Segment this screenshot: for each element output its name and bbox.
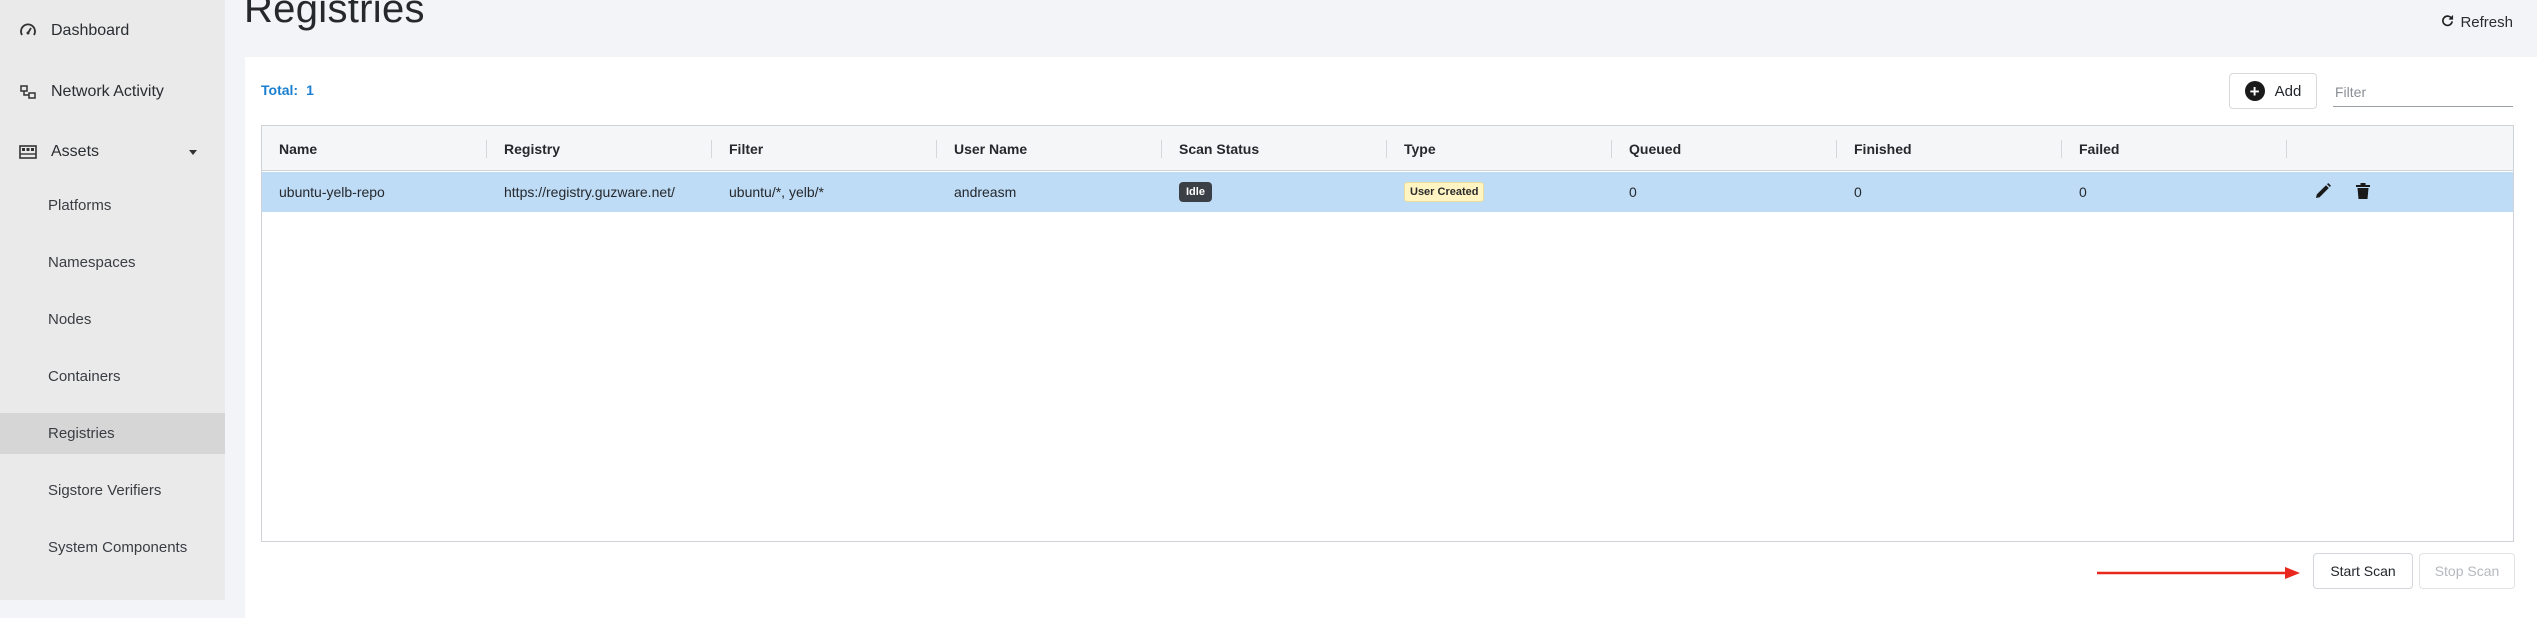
total-value: 1 [306, 82, 314, 98]
sidebar-item-platforms[interactable]: Platforms [0, 185, 225, 226]
start-scan-button[interactable]: Start Scan [2313, 553, 2413, 589]
sidebar-item-label: Containers [48, 368, 121, 385]
registries-table: Name Registry Filter User Name Scan Stat… [261, 125, 2514, 542]
edit-button[interactable] [2312, 182, 2334, 204]
sidebar-item-system-components[interactable]: System Components [0, 527, 225, 568]
column-header-registry[interactable]: Registry [487, 126, 712, 171]
add-button[interactable]: + Add [2229, 73, 2317, 109]
table-header: Name Registry Filter User Name Scan Stat… [262, 126, 2513, 171]
refresh-button[interactable]: Refresh [2441, 14, 2513, 31]
column-header-scan-status[interactable]: Scan Status [1162, 126, 1387, 171]
sidebar-item-label: Dashboard [51, 22, 130, 39]
column-header-name[interactable]: Name [262, 126, 487, 171]
column-header-label: Registry [504, 140, 561, 157]
sidebar-item-label: Assets [51, 143, 100, 160]
sidebar-item-nodes[interactable]: Nodes [0, 299, 225, 340]
add-label: Add [2274, 82, 2302, 100]
refresh-icon [2441, 14, 2454, 31]
refresh-label: Refresh [2460, 14, 2513, 31]
type-badge: User Created [1404, 182, 1485, 202]
column-header-label: User Name [954, 140, 1028, 157]
cell-finished: 0 [1854, 184, 1862, 200]
table-row[interactable]: ubuntu-yelb-repo https://registry.guzwar… [262, 172, 2513, 212]
network-icon [18, 82, 38, 102]
cell-failed: 0 [2079, 184, 2087, 200]
sidebar-item-label: Namespaces [48, 254, 136, 271]
sidebar-item-network-activity[interactable]: Network Activity [0, 77, 225, 107]
pencil-icon [2314, 182, 2332, 205]
sidebar-item-label: Platforms [48, 197, 112, 214]
sidebar: Dashboard Network Activity Assets Platfo… [0, 0, 225, 600]
cell-name: ubuntu-yelb-repo [279, 184, 385, 200]
column-header-type[interactable]: Type [1387, 126, 1612, 171]
total-count: Total: 1 [261, 82, 314, 98]
sidebar-item-sigstore-verifiers[interactable]: Sigstore Verifiers [0, 470, 225, 511]
annotation-arrow-icon [2097, 567, 2300, 579]
total-label: Total: [261, 82, 299, 98]
sidebar-item-label: Nodes [48, 311, 92, 328]
registries-card: Total: 1 + Add Name Registry Filter User … [245, 57, 2537, 618]
cell-filter: ubuntu/*, yelb/* [729, 184, 824, 200]
trash-icon [2355, 182, 2371, 205]
column-header-filter[interactable]: Filter [712, 126, 937, 171]
stop-scan-button[interactable]: Stop Scan [2419, 553, 2515, 589]
sidebar-item-registries[interactable]: Registries [0, 413, 225, 454]
cell-queued: 0 [1629, 184, 1637, 200]
delete-button[interactable] [2352, 182, 2374, 204]
sidebar-item-label: Sigstore Verifiers [48, 482, 162, 499]
chevron-down-icon[interactable] [189, 149, 197, 155]
column-header-user-name[interactable]: User Name [937, 126, 1162, 171]
speedometer-icon [18, 21, 38, 41]
sidebar-item-namespaces[interactable]: Namespaces [0, 242, 225, 283]
cell-scan-status: Idle [1162, 172, 1212, 212]
column-header-label: Scan Status [1179, 140, 1260, 157]
sidebar-item-label: Network Activity [51, 83, 164, 100]
plus-circle-icon: + [2244, 81, 2265, 101]
cell-registry: https://registry.guzware.net/ [504, 184, 675, 200]
column-header-label: Filter [729, 140, 764, 157]
filter-input[interactable] [2333, 77, 2513, 107]
cell-type: User Created [1387, 172, 1485, 212]
assets-icon [18, 142, 38, 162]
status-badge: Idle [1179, 182, 1212, 202]
column-header-label: Type [1404, 140, 1436, 157]
page-title: Registries [244, 0, 425, 31]
column-header-label: Name [279, 140, 318, 157]
sidebar-item-assets[interactable]: Assets [0, 137, 225, 167]
column-header-label: Finished [1854, 140, 1912, 157]
sidebar-item-label: Registries [48, 425, 115, 442]
column-header-queued[interactable]: Queued [1612, 126, 1837, 171]
column-header-failed[interactable]: Failed [2062, 126, 2287, 171]
cell-user-name: andreasm [954, 184, 1017, 200]
column-header-finished[interactable]: Finished [1837, 126, 2062, 171]
sidebar-item-dashboard[interactable]: Dashboard [0, 16, 225, 46]
column-header-label: Failed [2079, 140, 2120, 157]
sidebar-item-containers[interactable]: Containers [0, 356, 225, 397]
sidebar-item-label: System Components [48, 539, 188, 556]
column-header-label: Queued [1629, 140, 1682, 157]
